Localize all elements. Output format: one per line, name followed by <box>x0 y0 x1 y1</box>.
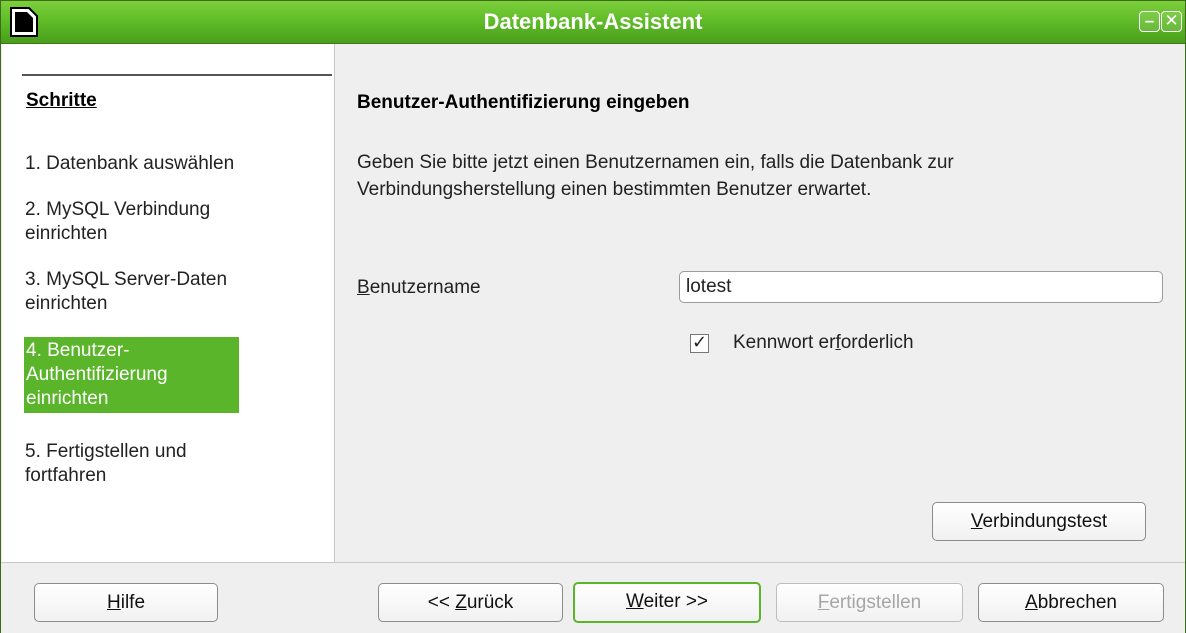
username-label: Benutzername <box>357 277 481 299</box>
next-button[interactable]: Weiter >> <box>573 582 761 623</box>
steps-title: Schritte <box>26 90 97 111</box>
step-label-line: 2. MySQL Verbindung <box>25 199 211 220</box>
button-label-rest: erbindungstest <box>982 511 1108 532</box>
step-1-select-database[interactable]: 1. Datenbank auswählen <box>24 150 236 178</box>
button-label-pre: << <box>427 592 456 613</box>
minimize-button[interactable]: – <box>1139 11 1160 32</box>
username-input[interactable]: lotest <box>679 271 1163 303</box>
label-pre: Kennwort er <box>733 332 836 353</box>
label-post: orderlich <box>840 332 914 353</box>
description-line: Verbindungsherstellung einen bestimmten … <box>357 179 872 200</box>
step-label-line: einrichten <box>25 223 108 244</box>
password-required-label[interactable]: Kennwort erforderlich <box>733 332 914 354</box>
mnemonic: A <box>1025 592 1038 613</box>
step-label-line: einrichten <box>26 388 109 409</box>
wizard-window: Datenbank-Assistent – ✕ Schritte 1. Date… <box>0 0 1186 633</box>
title-bar[interactable]: Datenbank-Assistent – ✕ <box>1 1 1185 44</box>
connection-test-button[interactable]: Verbindungstest <box>932 502 1146 541</box>
step-2-mysql-connection[interactable]: 2. MySQL Verbindung einrichten <box>24 196 212 248</box>
cancel-button[interactable]: Abbrechen <box>978 583 1164 622</box>
steps-panel: Schritte 1. Datenbank auswählen 2. MySQL… <box>2 44 335 562</box>
mnemonic: Z <box>455 592 467 613</box>
step-4-user-authentication[interactable]: 4. Benutzer- Authentifizierung einrichte… <box>24 337 239 413</box>
help-button[interactable]: Hilfe <box>34 583 218 622</box>
mnemonic: V <box>970 511 983 532</box>
step-3-mysql-server-data[interactable]: 3. MySQL Server-Daten einrichten <box>24 266 229 318</box>
page-description: Geben Sie bitte jetzt einen Benutzername… <box>357 149 1167 203</box>
button-label-rest: urück <box>466 592 514 613</box>
password-required-checkbox[interactable]: ✓ <box>690 332 709 353</box>
page-heading: Benutzer-Authentifizierung eingeben <box>357 92 690 113</box>
step-label-line: 4. Benutzer- <box>26 340 130 361</box>
button-label-rest: ertigstellen <box>829 592 922 613</box>
mnemonic: H <box>106 592 121 613</box>
mnemonic: F <box>817 592 830 613</box>
step-label-line: 3. MySQL Server-Daten <box>25 269 228 290</box>
button-label-rest: bbrechen <box>1037 592 1117 613</box>
button-label-rest: ilfe <box>120 592 146 613</box>
window-title: Datenbank-Assistent <box>483 9 703 34</box>
close-icon: ✕ <box>1164 11 1179 30</box>
label-rest: enutzername <box>369 277 481 298</box>
step-label-line: Authentifizierung <box>26 364 168 385</box>
main-panel: Benutzer-Authentifizierung eingeben Gebe… <box>335 44 1185 562</box>
step-label-line: 1. Datenbank auswählen <box>25 153 235 174</box>
button-bar: Hilfe << Zurück Weiter >> Fertigstellen … <box>1 562 1185 633</box>
description-line: Geben Sie bitte jetzt einen Benutzername… <box>357 152 954 173</box>
back-button[interactable]: << Zurück <box>378 583 563 622</box>
mnemonic: B <box>357 277 370 298</box>
button-label-rest: eiter >> <box>643 591 709 612</box>
mnemonic: W <box>625 591 644 612</box>
step-5-finish[interactable]: 5. Fertigstellen und fortfahren <box>24 438 189 490</box>
close-button[interactable]: ✕ <box>1161 11 1182 32</box>
step-label-line: fortfahren <box>25 465 107 486</box>
minimize-icon: – <box>1144 11 1155 30</box>
step-label-line: einrichten <box>25 293 108 314</box>
checkmark-icon: ✓ <box>692 332 708 352</box>
steps-divider <box>22 74 332 76</box>
step-label-line: 5. Fertigstellen und <box>25 441 187 462</box>
finish-button[interactable]: Fertigstellen <box>776 583 963 622</box>
